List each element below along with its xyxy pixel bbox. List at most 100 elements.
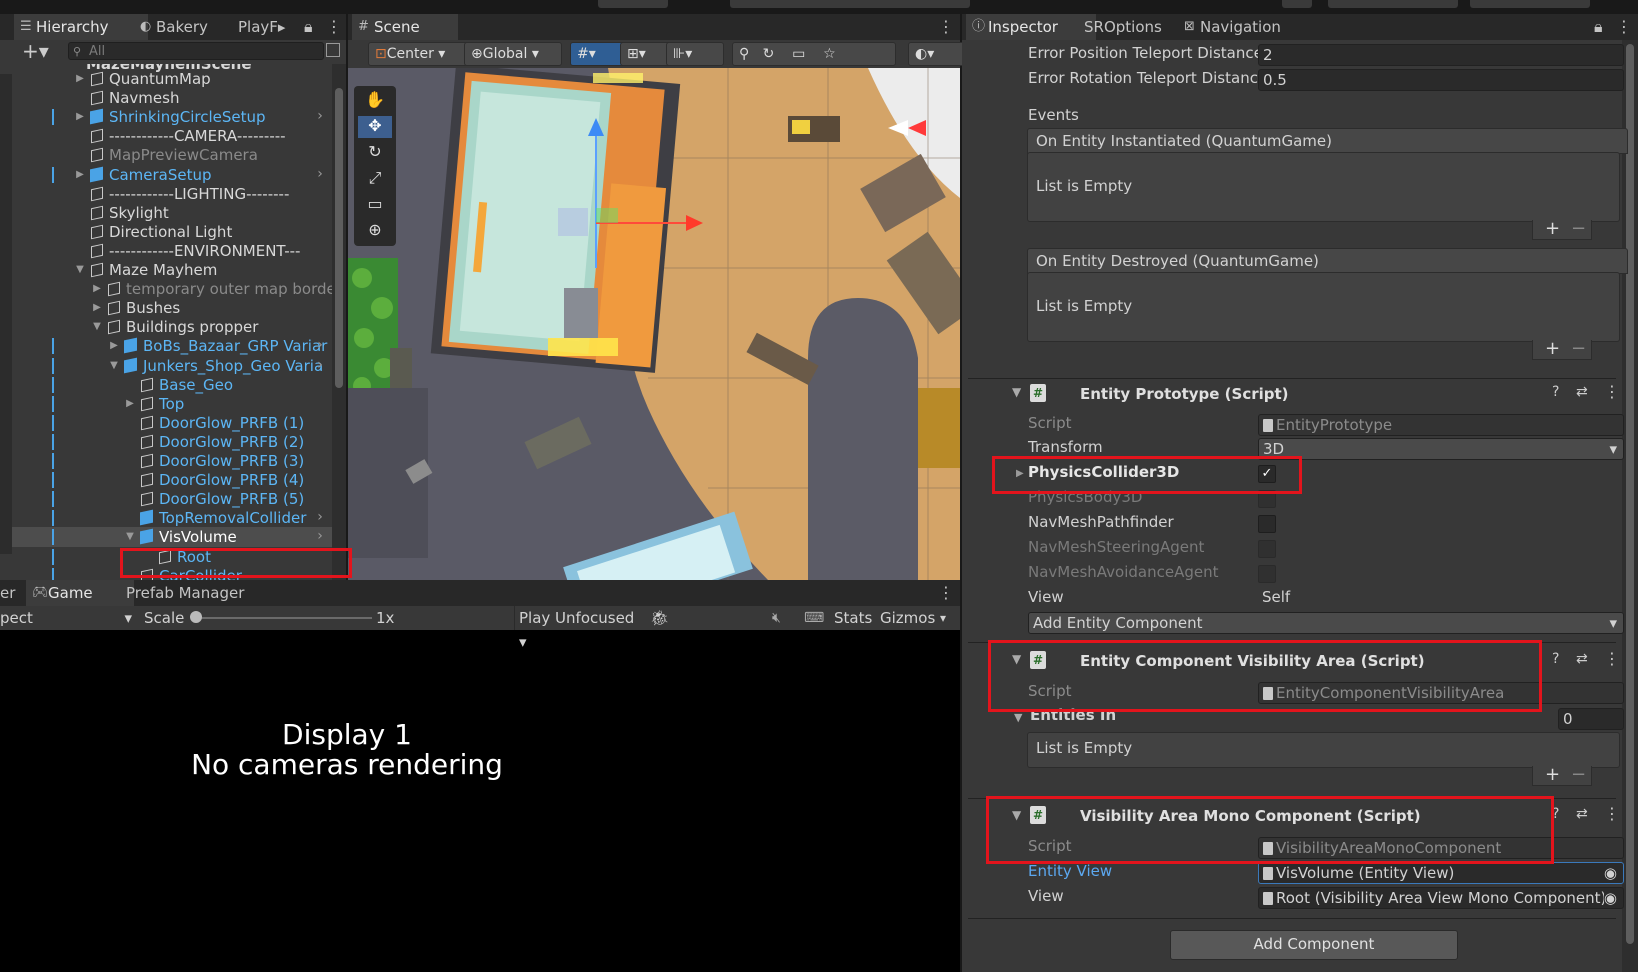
scale-slider-thumb[interactable] — [190, 611, 202, 623]
tab-sroptions[interactable]: SROptions — [1070, 14, 1194, 40]
navmesh-avoidance-checkbox[interactable] — [1258, 565, 1276, 583]
hierarchy-item[interactable]: ------------CAMERA--------- — [90, 126, 286, 146]
space-dropdown[interactable]: ⊕Global ▾ — [464, 42, 562, 66]
scale-tool-icon[interactable]: ⤢ — [358, 168, 392, 190]
cloud-bar[interactable] — [730, 0, 970, 8]
view-field[interactable]: Root (Visibility Area View Mono Componen… — [1258, 887, 1624, 909]
hierarchy-item[interactable]: BoBs_Bazaar_GRP Variar — [124, 336, 327, 356]
hierarchy-item[interactable]: temporary outer map border — [107, 279, 332, 299]
view-tools[interactable]: ⚲ ↻ ▭ ☆ — [732, 42, 896, 66]
rect-tool-icon[interactable]: ▭ — [358, 194, 392, 216]
hierarchy-item[interactable]: Maze Mayhem — [90, 260, 217, 280]
add-entity-component-dropdown[interactable]: Add Entity Component ▾ — [1028, 612, 1624, 634]
expand-arrow-icon[interactable]: ▼ — [124, 531, 136, 542]
hierarchy-item[interactable]: DoorGlow_PRFB (5) — [140, 489, 304, 509]
expand-arrow-icon[interactable]: ▶ — [91, 302, 103, 313]
entities-in-count[interactable]: 0 — [1558, 708, 1624, 730]
pivot-dropdown[interactable]: ⊡Center ▾ — [368, 42, 468, 66]
hierarchy-item[interactable]: Base_Geo — [140, 375, 233, 395]
help-icon[interactable]: ? — [1552, 651, 1559, 667]
more-options-icon[interactable]: ⋮ — [938, 580, 954, 606]
add-object-button[interactable]: +▾ — [22, 40, 49, 62]
hierarchy-item[interactable]: ------------ENVIRONMENT--- — [90, 241, 300, 261]
more-options-icon[interactable]: ⋮ — [326, 14, 342, 40]
lock-icon[interactable]: 🔒︎ — [1594, 14, 1603, 40]
entity-view-field[interactable]: VisVolume (Entity View) ◉ — [1258, 862, 1624, 884]
bug-icon[interactable]: 🐞︎ — [650, 606, 669, 630]
component-menu-icon[interactable]: ⋮ — [1604, 649, 1620, 668]
tab-navigation[interactable]: ⊠ Navigation — [1178, 14, 1320, 40]
chevron-right-icon[interactable]: › — [314, 337, 326, 353]
layers-dropdown[interactable] — [1328, 0, 1458, 8]
hierarchy-item[interactable]: Skylight — [90, 203, 169, 223]
gizmos-button[interactable]: Gizmos — [880, 606, 935, 630]
hierarchy-item[interactable]: VisVolume — [140, 527, 237, 547]
hierarchy-item[interactable]: ------------LIGHTING-------- — [90, 184, 289, 204]
lock-icon[interactable]: 🔒︎ — [304, 14, 313, 40]
shortcuts-icon[interactable]: ⌨ — [804, 606, 824, 630]
expand-arrow-icon[interactable]: ▶ — [74, 169, 86, 180]
component-menu-icon[interactable]: ⋮ — [1604, 382, 1620, 401]
add-item-button[interactable]: + — [1545, 218, 1560, 239]
hierarchy-item[interactable]: MapPreviewCamera — [90, 145, 258, 165]
expand-arrow-icon[interactable]: ▶ — [108, 340, 120, 351]
error-rotation-field[interactable]: 0.5 — [1258, 69, 1624, 91]
chevron-right-icon[interactable]: › — [314, 166, 326, 182]
expand-arrow-icon[interactable]: ▶ — [124, 398, 136, 409]
foldout-arrow-icon[interactable]: ▼ — [1014, 711, 1022, 724]
tab-hierarchy[interactable]: ☰ Hierarchy — [14, 14, 148, 40]
expand-arrow-icon[interactable]: ▼ — [108, 360, 120, 371]
expand-arrow-icon[interactable]: ▶ — [74, 111, 86, 122]
tab-playfab[interactable]: PlayF▸ — [224, 14, 310, 40]
expand-arrow-icon[interactable]: ▶ — [74, 73, 86, 84]
preset-icon[interactable]: ⇄ — [1576, 651, 1588, 667]
hand-tool-icon[interactable]: ✋ — [358, 90, 392, 112]
help-icon[interactable]: ? — [1552, 384, 1559, 400]
hierarchy-item[interactable]: DoorGlow_PRFB (3) — [140, 451, 304, 471]
hierarchy-item[interactable]: QuantumMap — [90, 69, 211, 89]
hierarchy-item[interactable]: DoorGlow_PRFB (1) — [140, 413, 304, 433]
tab-prefab-manager[interactable]: Prefab Manager — [114, 580, 266, 606]
object-picker-icon[interactable]: ◉ — [1604, 863, 1617, 883]
more-options-icon[interactable]: ⋮ — [938, 14, 954, 40]
gizmos-dropdown-icon[interactable]: ▾ — [940, 606, 946, 630]
move-tool-icon[interactable]: ✥ — [358, 116, 392, 138]
hierarchy-item[interactable]: DoorGlow_PRFB (2) — [140, 432, 304, 452]
hierarchy-item[interactable]: Directional Light — [90, 222, 232, 242]
preset-icon[interactable]: ⇄ — [1576, 806, 1588, 822]
preset-icon[interactable]: ⇄ — [1576, 384, 1588, 400]
transform-dropdown[interactable]: 3D ▾ — [1258, 438, 1624, 460]
hierarchy-item[interactable]: Top — [140, 394, 184, 414]
aspect-dropdown[interactable]: pect ▾ — [0, 606, 134, 630]
hierarchy-item[interactable]: TopRemovalCollider — [140, 508, 306, 528]
tab-scene[interactable]: # Scene — [352, 14, 458, 40]
component-menu-icon[interactable]: ⋮ — [1604, 804, 1620, 823]
play-mode-dropdown[interactable]: Play Unfocused ▾ — [514, 606, 642, 651]
history-button[interactable] — [1282, 0, 1312, 8]
hierarchy-item[interactable]: DoorGlow_PRFB (4) — [140, 470, 304, 490]
hierarchy-scrollbar[interactable] — [332, 64, 346, 584]
foldout-arrow-icon[interactable]: ▼ — [1012, 385, 1021, 399]
add-item-button[interactable]: + — [1545, 764, 1560, 785]
navmesh-pathfinder-checkbox[interactable] — [1258, 515, 1276, 533]
chevron-right-icon[interactable]: › — [314, 108, 326, 124]
hierarchy-item[interactable]: Navmesh — [90, 88, 179, 108]
transform-tool-icon[interactable]: ⊕ — [358, 220, 392, 242]
stats-button[interactable]: Stats — [834, 606, 872, 630]
navmesh-steering-checkbox[interactable] — [1258, 540, 1276, 558]
tab-partial[interactable]: er — [0, 580, 24, 606]
hierarchy-item[interactable]: Buildings propper — [107, 317, 258, 337]
more-options-icon[interactable]: ⋮ — [1616, 14, 1632, 40]
scale-slider[interactable] — [196, 617, 372, 619]
layout-dropdown[interactable] — [1470, 0, 1590, 8]
hierarchy-item[interactable]: ShrinkingCircleSetup — [90, 107, 266, 127]
chevron-right-icon[interactable]: › — [314, 509, 326, 525]
expand-arrow-icon[interactable]: ▼ — [91, 321, 103, 332]
add-component-button[interactable]: Add Component — [1170, 930, 1458, 960]
hierarchy-search-input[interactable]: ⚲ All — [68, 42, 324, 60]
remove-item-button[interactable]: − — [1571, 764, 1586, 785]
scene-viewport[interactable]: ✋ ✥ ↻ ⤢ ▭ ⊕ — [348, 68, 960, 580]
expand-arrow-icon[interactable]: ▶ — [91, 283, 103, 294]
mute-icon[interactable]: 🔇︎ — [772, 606, 781, 630]
error-position-field[interactable]: 2 — [1258, 44, 1624, 66]
